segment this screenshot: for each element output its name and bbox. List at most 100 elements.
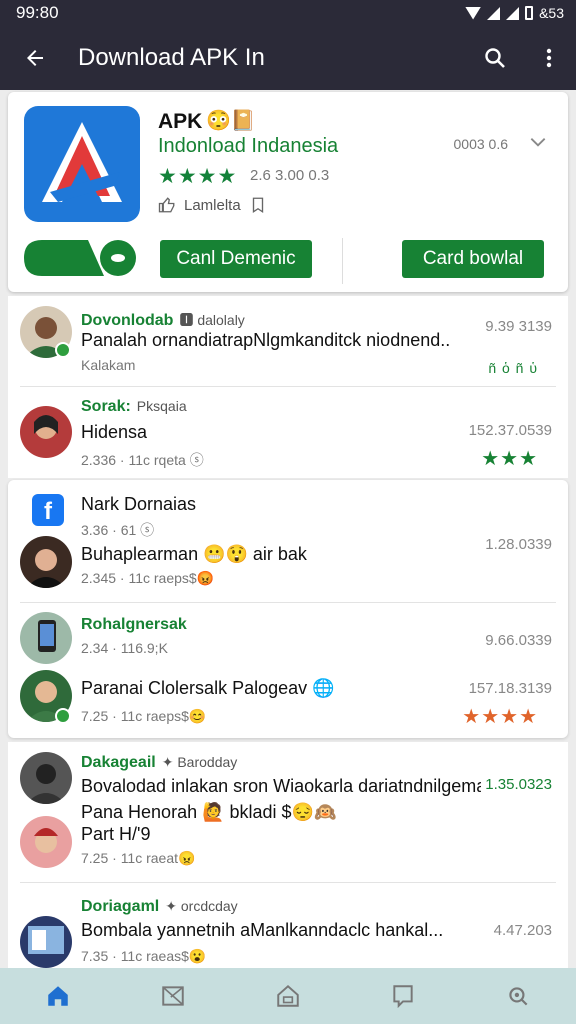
post-number: 152.37.0539 [468, 422, 552, 439]
bottom-nav [0, 968, 576, 1024]
app-subtitle: Indonload Indanesia [158, 135, 339, 157]
home-icon [47, 986, 68, 1006]
post-tag: ✦ orcdcday [165, 898, 238, 914]
post-meta: 7.25 · 11c raeat😠 [81, 850, 196, 866]
post-body-line-3: Part H/'9 [81, 824, 151, 844]
divider [342, 238, 343, 284]
post-number: 157.18.3139 [468, 680, 552, 697]
avatar [20, 916, 72, 968]
post-number: 9.39 3139 [485, 318, 552, 335]
post-username: Dakageail ✦ Barodday [81, 754, 238, 771]
nav-bookmark[interactable] [373, 968, 433, 1024]
list-item[interactable]: f Nark Dornaias 3.36 · 61 ⓢ Buhaplearman… [8, 480, 568, 596]
wifi-icon [465, 6, 482, 20]
post-number: 4.47.203 [493, 922, 552, 939]
app-emoji: 😳📔 [206, 110, 256, 132]
status-bar: 99:80 &53 [0, 0, 576, 26]
page-title: Download APK In [78, 44, 265, 71]
divider [20, 882, 556, 883]
list-item[interactable]: Sorak: Pksqaia Hidensa 2.336 · 11c rqeta … [8, 388, 568, 476]
facebook-icon: f [32, 494, 64, 526]
list-item[interactable]: Rohalgnersak 2.34 · 116.9;K 9.66.0339 Pa… [8, 604, 568, 738]
post-username: Nark Dornaias [81, 494, 197, 514]
list-item[interactable]: Doriagaml ✦ orcdcday Bombala yannetnih aM… [8, 884, 568, 968]
rating-stars: ★★★★ [158, 165, 238, 188]
post-username: Doriagaml ✦ orcdcday [81, 898, 238, 915]
post-username: Sorak: Pksqaia [81, 398, 187, 415]
post-username: Rohalgnersak [81, 616, 187, 633]
search-button[interactable] [468, 26, 522, 90]
app-bar: Download APK In [0, 26, 576, 90]
avatar [20, 406, 72, 458]
divider [20, 386, 556, 387]
download-button[interactable]: Card bowlal [402, 240, 544, 278]
post-body: Hidensa [81, 422, 148, 442]
post-rating: ★★★★ [462, 706, 538, 728]
size-text: 0003 0.6 [453, 136, 509, 152]
search-icon [485, 48, 505, 68]
like-text: Lamlelta [184, 196, 241, 214]
nav-gallery[interactable] [143, 968, 203, 1024]
chevron-down-icon [530, 138, 546, 147]
nav-settings[interactable] [488, 968, 548, 1024]
back-arrow-icon [27, 50, 43, 66]
list-item[interactable]: Dovonlodab 🅸 dalolaly Panalah ornandiatra… [8, 296, 568, 388]
avatar [20, 612, 72, 664]
nav-home[interactable] [28, 968, 88, 1024]
bookmark-small-icon [252, 197, 263, 214]
post-meta: Kalakam [81, 357, 136, 373]
back-button[interactable] [0, 26, 70, 90]
like-row[interactable]: Lamlelta [158, 196, 267, 214]
signal-icon [487, 6, 501, 20]
image-icon [162, 986, 184, 1006]
nav-house[interactable] [258, 968, 318, 1024]
status-icons: &53 [465, 5, 564, 21]
app-card: APK 😳📔 Indonload Indanesia ★★★★ 2.6 3.00… [8, 92, 568, 292]
post-meta: 7.25 · 11c raeps$😊 [81, 708, 207, 724]
toggle-icon [24, 240, 136, 276]
post-body-line-2: Pana Henorah 🙋 bkladi $😔🙉 [81, 802, 337, 822]
post-body: Bombala yannetnih aManlkanndaclc hankal.… [81, 920, 444, 940]
settings-icon [509, 987, 528, 1006]
status-time: 99:80 [16, 3, 59, 22]
thumbs-up-icon [158, 197, 175, 213]
feed-section-1: Dovonlodab 🅸 dalolaly Panalah ornandiatra… [8, 296, 568, 478]
divider [20, 602, 556, 603]
status-right-text: &53 [539, 5, 564, 21]
post-tag: Pksqaia [136, 398, 187, 414]
more-options-button[interactable] [522, 26, 576, 90]
post-number: 9.66.0339 [485, 632, 552, 649]
post-number: 1.28.0339 [485, 536, 552, 553]
post-rating: ñ ὁ ñ ὑ [488, 360, 538, 376]
avatar [20, 536, 72, 588]
post-meta: 2.34 · 116.9;K [81, 640, 168, 656]
online-badge [55, 708, 71, 724]
online-badge [55, 342, 71, 358]
home-outline-icon [277, 984, 299, 1007]
expand-button[interactable] [528, 132, 548, 157]
avatar [20, 752, 72, 804]
post-meta: 2.345 · 11c raeps$😡 [81, 570, 215, 586]
more-vert-icon [546, 48, 552, 68]
post-username: Dovonlodab 🅸 dalolaly [81, 312, 245, 329]
list-item[interactable]: Dakageail ✦ Barodday Bovalodad inlakan sr… [8, 742, 568, 884]
bookmark-icon [393, 985, 413, 1009]
post-body: Bovalodad inlakan sron Wiaokarla dariatn… [81, 776, 481, 796]
feed-section-2: f Nark Dornaias 3.36 · 61 ⓢ Buhaplearman… [8, 480, 568, 738]
post-rating: ★★★ [481, 448, 538, 470]
post-tag: 🅸 dalolaly [179, 312, 245, 328]
rating-text: 2.6 3.00 0.3 [250, 167, 330, 184]
app-logo-icon [24, 106, 140, 222]
post-meta: 7.35 · 11c raeas$😮 [81, 948, 207, 964]
post-body: Buhaplearman 😬😲 air bak [81, 544, 307, 564]
post-body: Paranai Clolersalk Palogeav 🌐 [81, 678, 335, 698]
app-name: APK [158, 110, 203, 133]
post-body: Panalah ornandiatrapNlgmkanditck niodnen… [81, 330, 451, 350]
signal-icon-2 [506, 6, 520, 20]
battery-icon [525, 6, 534, 20]
left-action-button[interactable]: Canl Demenic [160, 240, 312, 278]
post-tag: ✦ Barodday [161, 754, 238, 770]
post-meta-secondary: 3.36 · 61 ⓢ [81, 522, 155, 538]
toggle-button[interactable] [24, 240, 136, 276]
post-number: 1.35.0323 [485, 776, 552, 793]
